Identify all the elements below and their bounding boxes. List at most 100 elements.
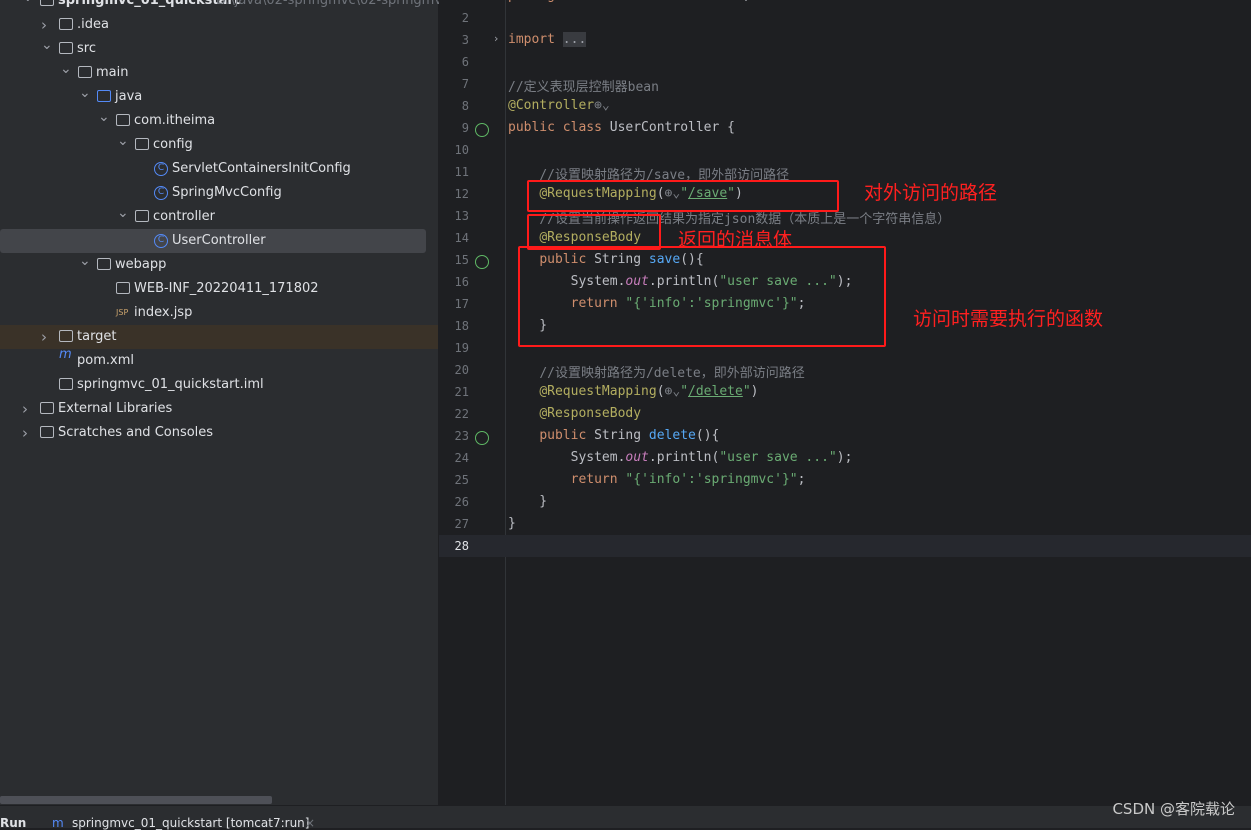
line-number: 19: [454, 341, 469, 355]
line-number: 28: [454, 539, 469, 553]
tree-item[interactable]: ⌄springmvc_01_quickstartD:\java\02-sprin…: [0, 0, 486, 13]
tree-item[interactable]: ⌄ webapp: [0, 253, 438, 277]
tree-item-label: src: [77, 41, 96, 56]
chevron-down-icon[interactable]: ⌄: [98, 105, 110, 129]
chevron-down-icon[interactable]: ⌄: [22, 0, 34, 9]
tree-item-label: SpringMvcConfig: [172, 185, 282, 200]
project-tree[interactable]: ⌄springmvc_01_quickstartD:\java\02-sprin…: [0, 0, 486, 805]
line-number: 9: [461, 121, 469, 135]
horizontal-scrollbar[interactable]: [0, 796, 272, 804]
chevron-down-icon[interactable]: ⌄: [79, 81, 91, 105]
tree-item[interactable]: C SpringMvcConfig: [0, 181, 438, 205]
maven-icon: m: [59, 347, 72, 362]
line-number: 24: [454, 451, 469, 465]
line-number: 6: [461, 55, 469, 69]
folder-icon: [59, 18, 73, 30]
chevron-down-icon[interactable]: ⌄: [60, 57, 72, 81]
tree-item-label: ServletContainersInitConfig: [172, 161, 351, 176]
spring-bean-gutter-icon[interactable]: [475, 431, 489, 445]
code-line[interactable]: package com.itheima.controller;: [508, 0, 751, 3]
line-number: 23: [454, 429, 469, 443]
scratches-icon: [40, 426, 54, 438]
tree-item-label: java: [115, 89, 143, 104]
code-line[interactable]: //定义表现层控制器bean: [508, 76, 659, 95]
code-line[interactable]: @ResponseBody: [508, 406, 641, 421]
tree-item-label: index.jsp: [134, 305, 193, 320]
line-number: 14: [454, 231, 469, 245]
code-line[interactable]: System.out.println("user save ...");: [508, 450, 853, 465]
package-icon: [116, 114, 130, 126]
tree-item[interactable]: WEB-INF_20220411_171802: [0, 277, 438, 301]
code-line[interactable]: public class UserController {: [508, 120, 735, 135]
tree-item[interactable]: JSP index.jsp: [0, 301, 438, 325]
highlight-response-body: [527, 214, 661, 250]
module-icon: [40, 0, 54, 6]
tree-item[interactable]: ⌄ java: [0, 85, 438, 109]
line-number: 1: [439, 0, 469, 3]
line-number: 13: [454, 209, 469, 223]
chevron-right-icon[interactable]: ›: [22, 397, 28, 421]
tree-item-label: webapp: [115, 257, 167, 272]
tree-item-label: config: [153, 137, 193, 152]
jsp-icon: JSP: [116, 308, 129, 317]
tree-item[interactable]: ⌄ controller: [0, 205, 438, 229]
code-editor[interactable]: 1 package com.itheima.controller; 23 import…: [439, 0, 1251, 805]
tree-item[interactable]: m pom.xml: [0, 347, 438, 373]
code-line[interactable]: import ...: [508, 32, 587, 47]
tree-item-label: controller: [153, 209, 216, 224]
fold-expand-icon[interactable]: ›: [494, 32, 498, 45]
code-line[interactable]: @RequestMapping(⊕⌄"/delete"): [508, 384, 758, 399]
package-icon: [135, 210, 149, 222]
tree-item-label: Scratches and Consoles: [58, 425, 214, 440]
chevron-down-icon[interactable]: ⌄: [79, 249, 91, 273]
tree-item-label: .idea: [77, 17, 109, 32]
line-number: 27: [454, 517, 469, 531]
tree-item[interactable]: springmvc_01_quickstart.iml: [0, 373, 438, 397]
tree-item[interactable]: › .idea: [0, 13, 438, 37]
highlight-request-mapping: [527, 180, 839, 212]
package-icon: [135, 138, 149, 150]
code-line[interactable]: @Controller⊕⌄: [508, 98, 610, 113]
line-number: 10: [454, 143, 469, 157]
tree-item[interactable]: ⌄ com.itheima: [0, 109, 438, 133]
chevron-right-icon[interactable]: ›: [22, 421, 28, 445]
class-icon: C: [154, 234, 168, 248]
current-line-highlight: [439, 535, 1251, 557]
code-line[interactable]: }: [508, 494, 547, 509]
code-line[interactable]: }: [508, 516, 516, 531]
chevron-right-icon[interactable]: ›: [41, 325, 47, 349]
tree-item[interactable]: › External Libraries: [0, 397, 438, 421]
run-config-tab[interactable]: springmvc_01_quickstart [tomcat7:run]: [72, 816, 309, 830]
spring-bean-gutter-icon[interactable]: [475, 123, 489, 137]
code-line[interactable]: return "{'info':'springmvc'}";: [508, 472, 806, 487]
tree-item-label: springmvc_01_quickstart.iml: [77, 377, 264, 392]
tree-item[interactable]: ⌄ config: [0, 133, 438, 157]
chevron-down-icon[interactable]: ⌄: [41, 33, 53, 57]
spring-bean-gutter-icon[interactable]: [475, 255, 489, 269]
tree-item[interactable]: › Scratches and Consoles: [0, 421, 438, 445]
line-number: 17: [454, 297, 469, 311]
line-number: 2: [461, 11, 469, 25]
run-tab-label[interactable]: Run: [0, 816, 26, 830]
code-line[interactable]: public String delete(){: [508, 428, 719, 443]
tree-item-label: springmvc_01_quickstart: [58, 0, 241, 8]
tree-item[interactable]: C UserController: [0, 229, 426, 253]
tree-item[interactable]: ⌄ main: [0, 61, 438, 85]
folder-icon: [116, 282, 130, 294]
chevron-down-icon[interactable]: ⌄: [117, 201, 129, 225]
line-number: 20: [454, 363, 469, 377]
library-icon: [40, 402, 54, 414]
tree-item-label: External Libraries: [58, 401, 173, 416]
run-config-icon: m: [52, 816, 64, 830]
chevron-down-icon[interactable]: ⌄: [117, 129, 129, 153]
tree-item[interactable]: C ServletContainersInitConfig: [0, 157, 438, 181]
line-number: 11: [454, 165, 469, 179]
folder-icon: [59, 42, 73, 54]
code-line[interactable]: //设置映射路径为/delete，即外部访问路径: [508, 362, 804, 381]
tree-item-label: UserController: [172, 233, 266, 248]
gutter-divider: [505, 0, 506, 805]
close-icon[interactable]: ×: [305, 816, 315, 830]
line-number: 25: [454, 473, 469, 487]
tree-item-label: main: [96, 65, 129, 80]
highlight-save-function: [518, 246, 886, 347]
